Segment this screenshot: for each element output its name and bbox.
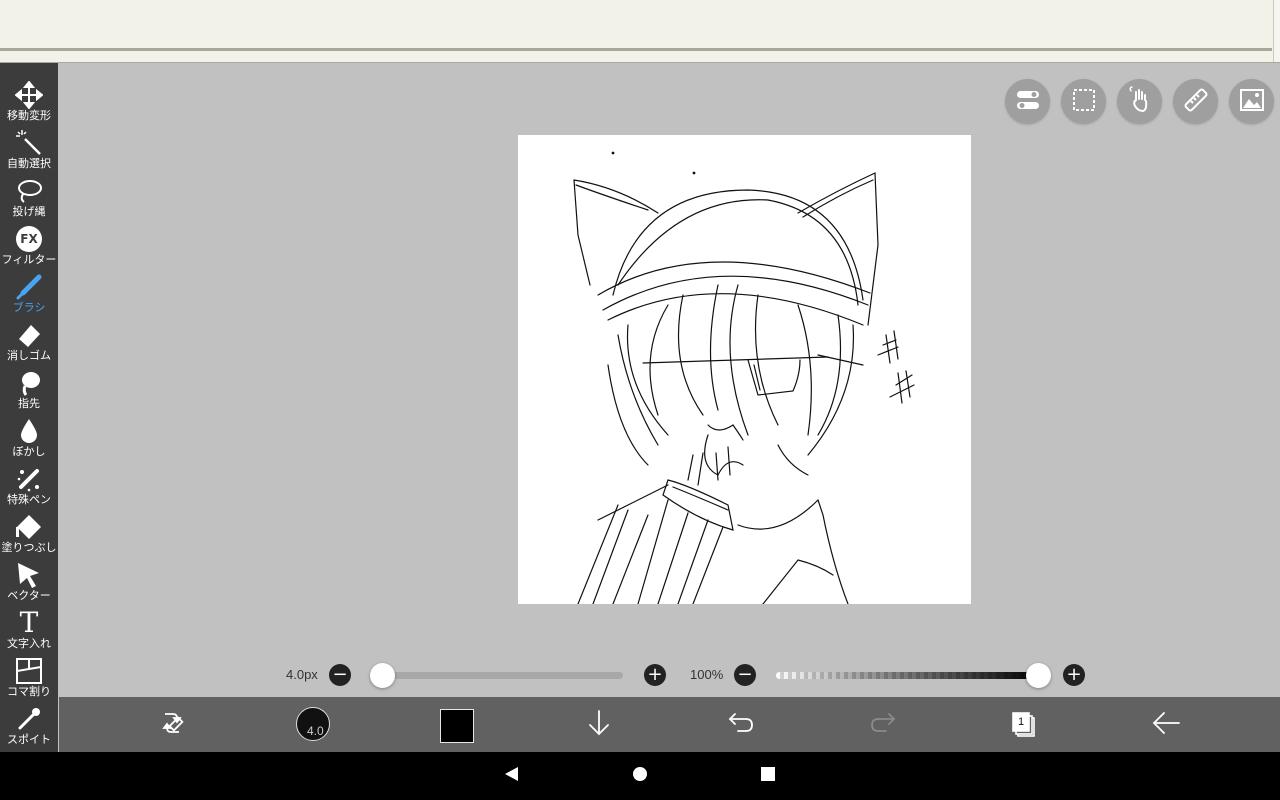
finger-smudge-icon [14, 368, 44, 398]
tool-label: 指先 [18, 397, 40, 410]
redo-icon [868, 708, 898, 742]
undo-button[interactable] [724, 697, 758, 752]
tool-label: 投げ縄 [12, 205, 46, 218]
layers-icon: 1 [1009, 710, 1039, 740]
opacity-decrease-button[interactable]: − [734, 664, 756, 686]
brush-size-preview-text: 4.0 [307, 724, 324, 738]
brush-icon [14, 272, 44, 302]
redo-button[interactable] [866, 697, 900, 752]
nav-home-button[interactable] [616, 752, 664, 800]
toggle-settings-icon [1014, 86, 1042, 118]
top-divider [0, 48, 1272, 51]
hand-gesture-icon [1126, 85, 1154, 118]
tool-fill[interactable]: 塗りつぶし [0, 509, 58, 557]
selection-marquee-button[interactable] [1061, 79, 1106, 124]
tool-label: ブラシ [12, 301, 46, 314]
opacity-increase-button[interactable]: + [1063, 664, 1085, 686]
recents-square-icon [760, 766, 776, 786]
eraser-icon [14, 320, 44, 350]
magic-wand-icon [14, 128, 44, 158]
tool-auto-select[interactable]: 自動選択 [0, 125, 58, 173]
tool-label: フィルター [1, 253, 57, 266]
top-right-edge [1273, 0, 1280, 62]
bottom-action-bar: 4.0 1 [59, 697, 1280, 752]
text-icon: T [14, 608, 44, 638]
selection-marquee-icon [1070, 86, 1098, 118]
tool-lasso[interactable]: 投げ縄 [0, 173, 58, 221]
reference-image-button[interactable] [1229, 79, 1274, 124]
download-button[interactable] [582, 697, 616, 752]
tool-label: コマ割り [7, 685, 51, 698]
tool-label: 特殊ペン [7, 493, 51, 506]
system-navigation-bar [0, 752, 1280, 800]
back-triangle-icon [503, 766, 519, 786]
brush-size-label: 4.0px [286, 667, 318, 682]
tool-vector[interactable]: ベクター [0, 557, 58, 605]
nav-recents-button[interactable] [744, 752, 792, 800]
home-circle-icon [632, 766, 648, 786]
brush-size-decrease-button[interactable]: − [329, 664, 351, 686]
fill-bucket-icon [14, 512, 44, 542]
tool-special-pen[interactable]: 特殊ペン [0, 461, 58, 509]
tool-palette: 移動変形 自動選択 投げ縄 FX フィルター ブラシ 消しゴム 指先 ぼかし 特… [0, 63, 58, 752]
lasso-icon [14, 176, 44, 206]
brush-size-increase-button[interactable]: + [644, 664, 666, 686]
vector-cursor-icon [14, 560, 44, 590]
opacity-slider-thumb[interactable] [1026, 663, 1051, 688]
toggle-settings-button[interactable] [1005, 79, 1050, 124]
brush-size-slider-thumb[interactable] [370, 663, 395, 688]
layer-count: 1 [1018, 715, 1025, 728]
hand-gesture-button[interactable] [1117, 79, 1162, 124]
text-tool-glyph: T [19, 606, 39, 639]
fx-icon: FX [14, 224, 44, 254]
tool-label: 移動変形 [7, 109, 51, 122]
tool-filter[interactable]: FX フィルター [0, 221, 58, 269]
drawing-canvas[interactable] [518, 135, 971, 604]
tool-eyedropper[interactable]: スポイト [0, 701, 58, 749]
layers-button[interactable]: 1 [1007, 697, 1041, 752]
blur-drop-icon [14, 416, 44, 446]
color-swatch-button[interactable] [440, 709, 474, 743]
opacity-label: 100% [690, 667, 724, 682]
frame-divider-icon [14, 656, 44, 686]
tool-finger-smudge[interactable]: 指先 [0, 365, 58, 413]
rotate-selection-icon [157, 708, 187, 742]
move-icon [14, 80, 44, 110]
tool-eraser[interactable]: 消しゴム [0, 317, 58, 365]
nav-back-button[interactable] [487, 752, 535, 800]
ruler-button[interactable] [1173, 79, 1218, 124]
tool-label: 自動選択 [7, 157, 51, 170]
arrow-left-icon [1151, 708, 1181, 742]
tool-frame-divider[interactable]: コマ割り [0, 653, 58, 701]
eyedropper-icon [14, 704, 44, 734]
back-button[interactable] [1149, 697, 1183, 752]
tool-label: ベクター [7, 589, 51, 602]
ruler-icon [1182, 86, 1210, 118]
tool-label: スポイト [7, 733, 51, 746]
fx-badge: FX [16, 226, 42, 252]
sketch-artwork [573, 151, 915, 604]
reference-image-icon [1238, 86, 1266, 118]
tool-label: ぼかし [12, 445, 46, 458]
tool-move-transform[interactable]: 移動変形 [0, 77, 58, 125]
tool-label: 文字入れ [7, 637, 51, 650]
tool-text[interactable]: T 文字入れ [0, 605, 58, 653]
tool-brush[interactable]: ブラシ [0, 269, 58, 317]
opacity-slider-track[interactable] [776, 672, 1040, 679]
tool-blur[interactable]: ぼかし [0, 413, 58, 461]
undo-icon [726, 708, 756, 742]
transform-tools-button[interactable] [155, 697, 189, 752]
special-pen-icon [14, 464, 44, 494]
tool-label: 消しゴム [7, 349, 51, 362]
arrow-down-icon [584, 708, 614, 742]
tool-label: 塗りつぶし [1, 541, 57, 554]
top-status-area [0, 0, 1280, 63]
brush-size-slider-track[interactable] [380, 672, 623, 679]
